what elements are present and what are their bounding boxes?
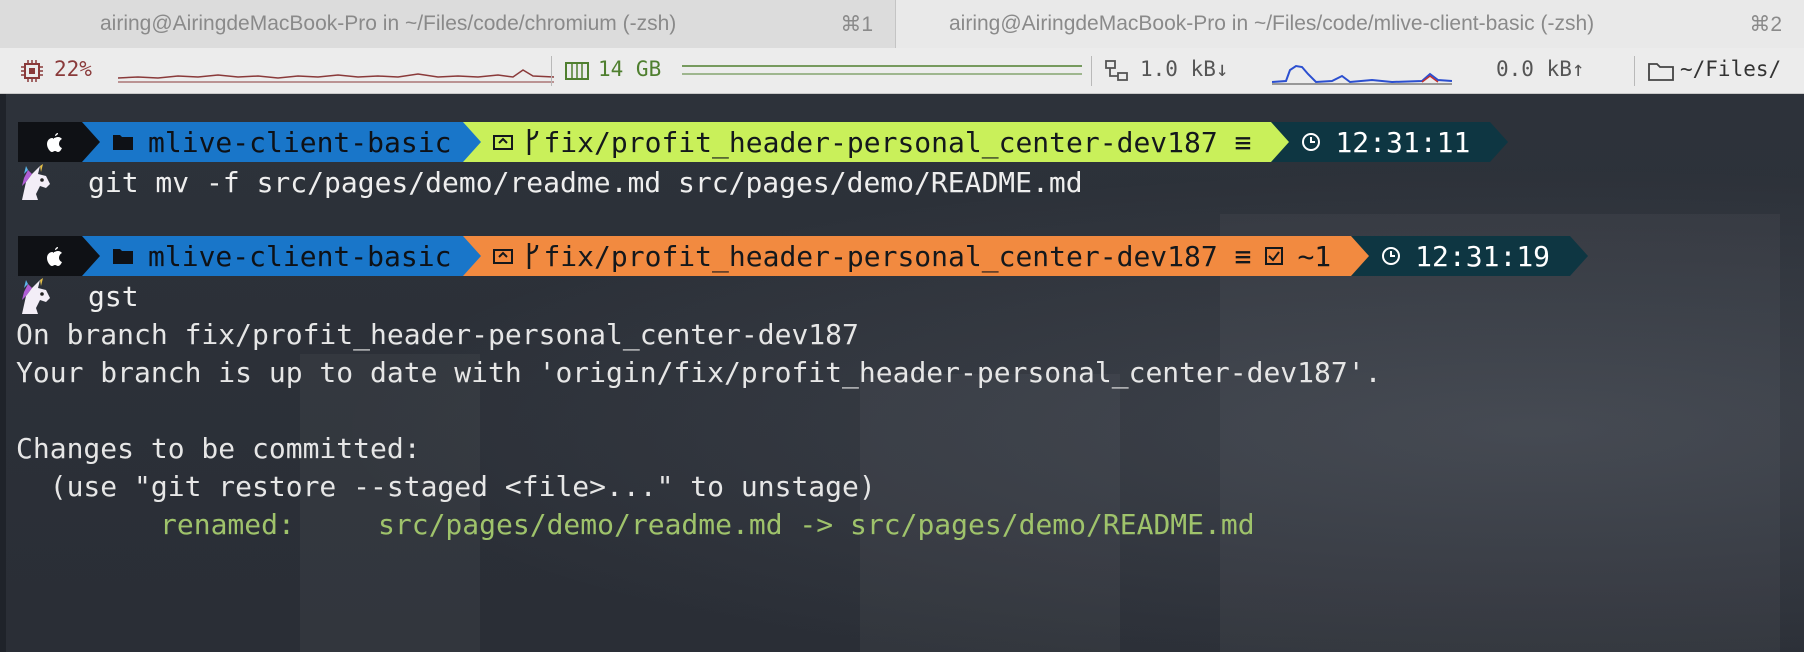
output-line: On branch fix/profit_header-personal_cen… [16,318,859,351]
pane-edge [0,94,6,652]
directory-segment: mlive-client-basic [82,236,482,276]
background-building [1220,214,1780,652]
tab-chromium[interactable]: airing@AiringdeMacBook-Pro in ~/Files/co… [0,0,895,48]
output-line: Changes to be committed: [16,432,421,465]
tab-title: airing@AiringdeMacBook-Pro in ~/Files/co… [100,12,677,35]
command-text: gst [88,280,139,313]
output-line: Your branch is up to date with 'origin/f… [16,356,1382,389]
prompt-time: 12:31:11 [1335,125,1471,159]
clock-icon [1302,133,1321,151]
git-repo-icon [493,249,514,264]
network-upload: 0.0 kB↑ [1496,57,1585,81]
unicorn-icon [22,278,50,314]
tab-shortcut: ⌘2 [1749,13,1782,36]
memory-icon [565,62,589,80]
directory-segment: mlive-client-basic [82,122,482,162]
time-segment: 12:31:19 [1351,236,1589,276]
apple-icon [47,133,62,152]
renamed-file: src/pages/demo/readme.md -> src/pages/de… [378,508,1255,541]
tab-shortcut: ⌘1 [840,13,873,36]
renamed-label: renamed: [160,508,295,541]
current-path: ~/Files/ [1680,57,1782,81]
command-text: git mv -f src/pages/demo/readme.md src/p… [88,166,1083,199]
clock-icon [1382,247,1401,265]
output-line: (use "git restore --staged <file>..." to… [16,470,876,503]
git-branch-icon [528,243,539,269]
status-bar: 22% 14 GB 1.0 kB↓ 0.0 kB↑ ~/Files/ [0,48,1804,94]
terminal-pane[interactable]: mlive-client-basic fix/profit_header-per… [0,94,1804,652]
cpu-widget: 22% [16,48,554,94]
git-segment: fix/profit_header-personal_center-dev187… [463,236,1370,276]
network-icon [1105,60,1128,81]
unicorn-icon [22,164,50,200]
memory-widget: 14 GB [562,48,1082,94]
tab-title: airing@AiringdeMacBook-Pro in ~/Files/co… [949,12,1595,35]
prompt-line: mlive-client-basic fix/profit_header-per… [18,122,1509,162]
git-segment: fix/profit_header-personal_center-dev187… [463,122,1290,162]
git-branch: fix/profit_header-personal_center-dev187… [543,125,1252,159]
prompt-time: 12:31:19 [1415,239,1551,273]
git-branch-icon [528,129,539,155]
folder-icon [113,135,133,150]
apple-icon [47,247,62,266]
cpu-graph [118,69,554,83]
tab-bar: airing@AiringdeMacBook-Pro in ~/Files/co… [0,0,1804,48]
time-segment: 12:31:11 [1271,122,1509,162]
cpu-usage: 22% [54,57,92,81]
separator [1091,56,1092,86]
directory-name: mlive-client-basic [148,125,452,159]
cpu-icon [21,60,43,82]
staged-check-icon [1265,247,1284,265]
git-branch: fix/profit_header-personal_center-dev187… [543,239,1252,273]
git-changes: ~1 [1297,239,1332,273]
tab-mlive-client-basic[interactable]: airing@AiringdeMacBook-Pro in ~/Files/co… [895,0,1804,48]
separator [551,56,552,86]
prompt-line: mlive-client-basic fix/profit_header-per… [18,236,1589,276]
apple-segment [18,122,100,162]
path-widget: ~/Files/ [1646,48,1804,94]
network-widget: 1.0 kB↓ 0.0 kB↑ [1100,48,1630,94]
separator [1634,56,1635,86]
network-download: 1.0 kB↓ [1140,57,1229,81]
directory-name: mlive-client-basic [148,239,452,273]
folder-icon [1648,63,1674,81]
memory-usage: 14 GB [598,57,662,81]
memory-graph [682,65,1082,75]
git-repo-icon [493,135,514,150]
folder-icon [113,249,133,264]
apple-segment [18,236,100,276]
network-graph [1272,64,1452,85]
